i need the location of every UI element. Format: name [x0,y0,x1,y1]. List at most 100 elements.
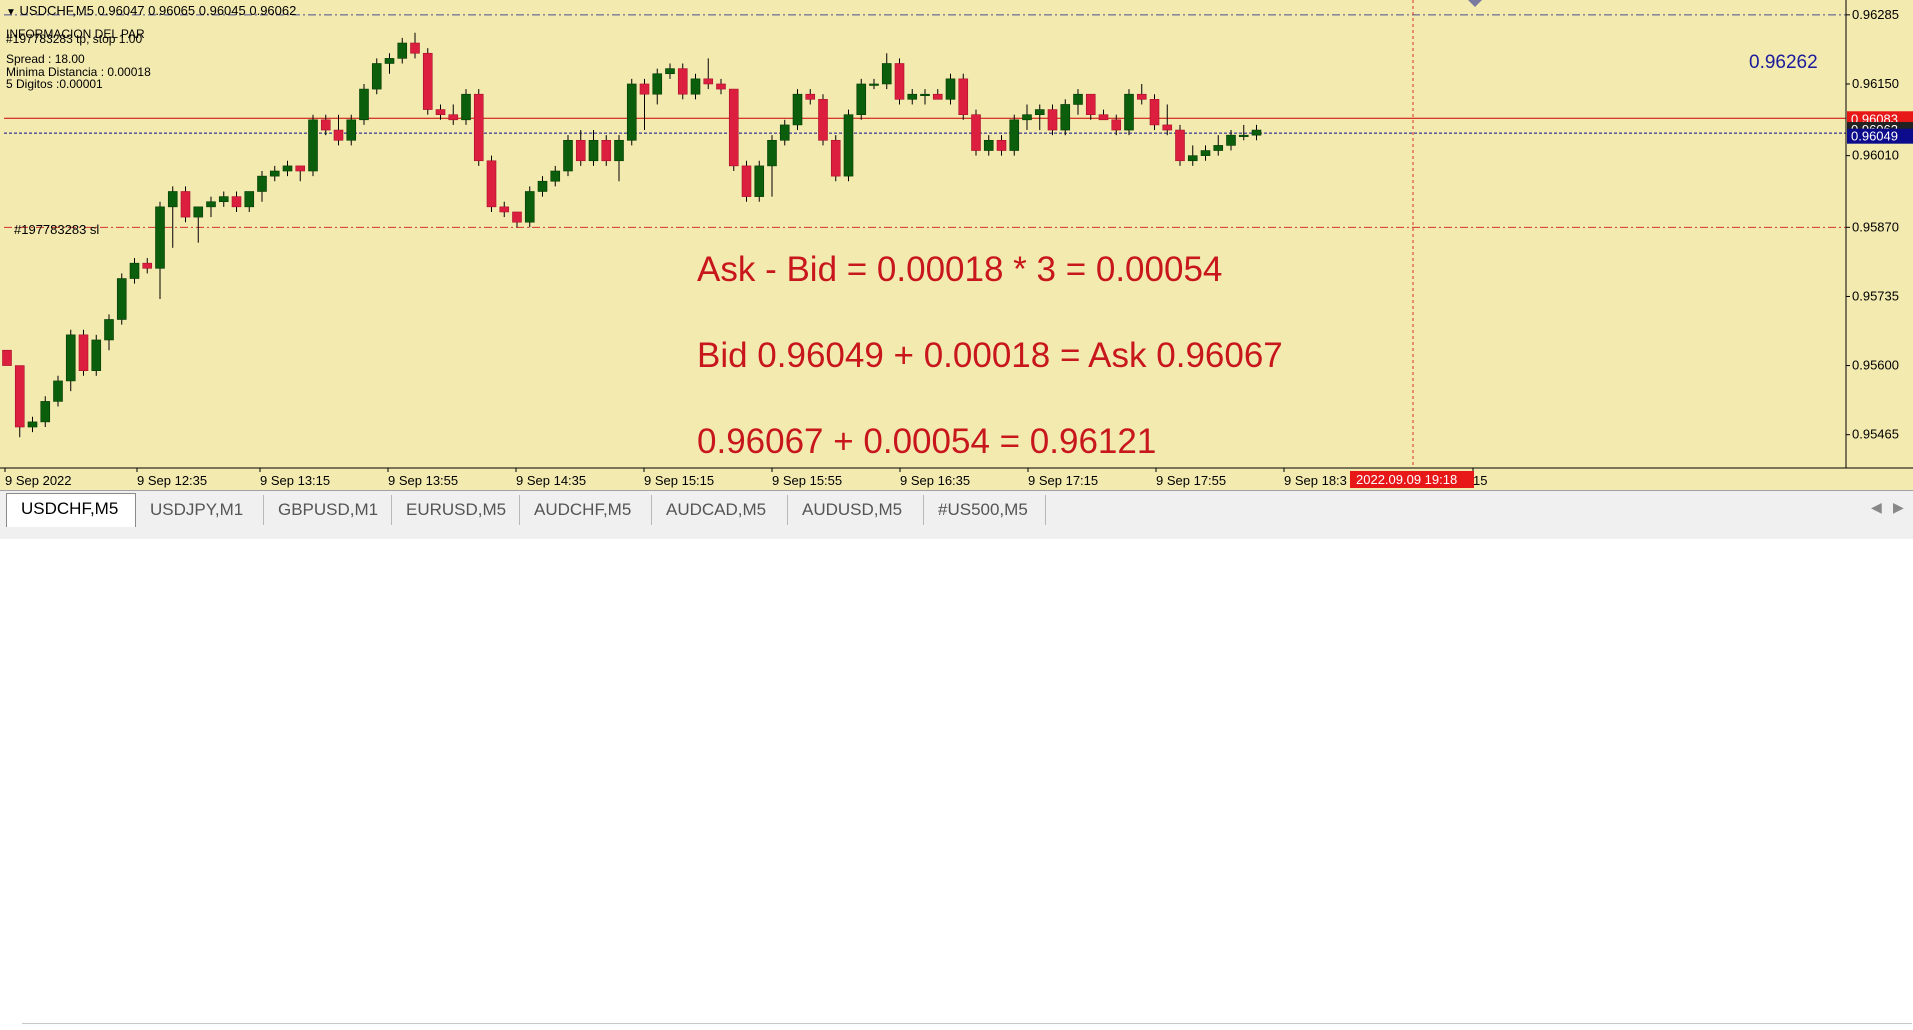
candle-body [473,93,484,162]
scroll-left-icon[interactable]: ◀ [1871,499,1882,516]
candle-body [537,180,548,192]
candle-body [91,339,102,371]
y-tick-label: 0.96285 [1852,7,1899,22]
candle-body [920,93,930,97]
x-tick-label: 9 Sep 14:35 [516,473,586,488]
candle-body [894,63,905,100]
candle-body [2,349,12,366]
candle-body [728,88,739,167]
tab-audcad-m5[interactable]: AUDCAD,M5 [652,495,788,525]
tab-us500-m5[interactable]: #US500,M5 [924,495,1046,525]
candle-body [346,119,357,141]
candle-body [384,58,395,64]
x-tick-label: 15 [1473,473,1487,488]
candle-body [1200,150,1211,156]
tab-usdjpy-m1[interactable]: USDJPY,M1 [136,495,264,525]
y-tick-label: 0.95600 [1852,358,1899,373]
candle-body [1034,109,1045,115]
scroll-right-icon[interactable]: ▶ [1893,499,1904,516]
candle-body [308,119,318,172]
candle-body [716,83,726,90]
candle-body [1226,134,1236,146]
candle-body [1187,155,1198,162]
symbol-quote-line: USDCHF,M5 0.96047 0.96065 0.96045 0.9606… [19,3,297,18]
candle-body [499,206,510,213]
candle-body [435,109,446,115]
chart-area[interactable]: 0.96285 0.96150 0.96010 0.95870 0.95735 0.956… [0,0,1913,490]
candle-body [78,334,89,371]
candle-body [129,262,140,279]
price-tag-label: 0.96049 [1851,129,1898,144]
candle-body [1213,145,1224,151]
x-tick-label: 9 Sep 12:35 [137,473,207,488]
collapse-triangle-icon[interactable]: ▼ [6,7,16,18]
candle-body [1251,129,1262,136]
candle-body [486,160,497,208]
candle-body [1175,129,1185,162]
tab-gbpusd-m1[interactable]: GBPUSD,M1 [264,495,392,525]
candle-body [932,93,943,100]
x-tick-label: 9 Sep 17:55 [1156,473,1226,488]
candle-body [767,139,777,167]
level-label: 0.96262 [1749,52,1818,73]
candle-body [155,206,165,269]
candle-body [295,165,306,172]
candle-body [805,93,816,100]
candle-body [524,191,535,223]
x-tick-label: 9 Sep 18:3 [1284,473,1347,488]
candle-body [550,170,561,182]
candle-body [14,365,25,428]
candle-body [116,278,127,320]
candle-body [244,191,255,208]
price-chart[interactable]: 0.96285 0.96150 0.96010 0.95870 0.95735 0.956… [0,0,1913,490]
candle-body [818,99,828,141]
candle-body [27,421,38,428]
candle-body [1060,104,1071,131]
tab-eurusd-m5[interactable]: EURUSD,M5 [392,495,520,525]
candle-body [1047,109,1058,131]
candle-body [1162,124,1173,131]
candle-body [269,170,280,177]
x-tick-label: 9 Sep 17:15 [1028,473,1098,488]
digits-info: 5 Digitos :0.00001 [6,77,103,91]
candle-body [971,114,981,151]
candle-body [741,165,752,197]
candle-body [206,201,216,208]
candle-body [142,262,153,269]
candle-body [754,165,765,197]
candle-body [779,124,790,141]
candle-body [869,83,879,86]
candle-body [843,114,854,177]
sl-label: #197783283 sl [14,222,100,237]
candle-body [563,139,573,172]
candle-body [320,119,331,131]
candle-body [1073,93,1083,105]
candle-body [639,83,650,95]
candle-body [282,165,293,172]
candle-body [677,68,688,95]
horizontal-scrollbar[interactable] [22,1023,1912,1030]
candle-body [830,139,841,177]
annotation-line-2: Bid 0.96049 + 0.00018 = Ask 0.96067 [697,336,1283,375]
candle-body [359,88,369,121]
tab-usdchf-m5[interactable]: USDCHF,M5 [6,493,136,527]
x-tick-label: 9 Sep 16:35 [900,473,970,488]
candle-body [945,78,956,100]
tab-audusd-m5[interactable]: AUDUSD,M5 [788,495,924,525]
candle-body [856,83,867,115]
candle-body [601,139,612,162]
candle-body [397,42,408,59]
candle-body [1098,114,1109,121]
tab-audchf-m5[interactable]: AUDCHF,M5 [520,495,652,525]
candle-body [104,319,114,341]
drag-marker-icon[interactable] [1468,0,1482,7]
candle-body [652,73,663,95]
candle-body [983,139,994,151]
candle-body [703,78,714,85]
candle-body [1009,119,1020,151]
y-tick-label: 0.95870 [1852,219,1899,234]
candle-body [690,78,701,95]
x-tick-label: 9 Sep 15:15 [644,473,714,488]
candle-body [614,139,624,162]
x-tick-label: 9 Sep 13:15 [260,473,330,488]
